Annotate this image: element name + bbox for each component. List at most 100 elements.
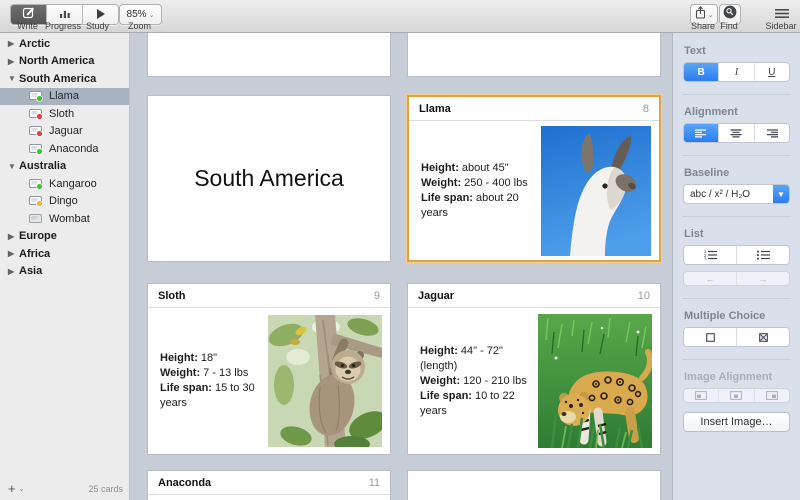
disclosure-triangle-icon[interactable]: ▶ <box>8 249 19 258</box>
card-body: Height:18" Weight:7 - 13 lbs Life span:1… <box>148 308 390 454</box>
italic-button[interactable]: I <box>719 63 754 81</box>
card-number: 11 <box>369 477 380 489</box>
multiple-choice-segmented-control <box>683 327 790 347</box>
card-number: 8 <box>643 103 649 115</box>
align-right-button[interactable] <box>755 124 789 142</box>
sidebar-group-europe[interactable]: ▶ Europe <box>0 228 129 246</box>
card-south-america-title[interactable]: South America <box>147 95 391 262</box>
card-jaguar[interactable]: Jaguar 10 Height:44" - 72" (length) Weig… <box>407 283 661 455</box>
sloth-photo <box>268 315 382 447</box>
indent-segmented-control: ← → <box>683 271 790 286</box>
zoom-label: Zoom <box>119 21 160 31</box>
section-divider <box>682 298 791 299</box>
card-sloth[interactable]: Sloth 9 Height:18" Weight:7 - 13 lbs Lif… <box>147 283 391 455</box>
disclosure-triangle-icon[interactable]: ▶ <box>8 39 19 48</box>
disclosure-triangle-icon[interactable]: ▼ <box>8 74 19 83</box>
bulleted-list-button[interactable] <box>737 246 789 264</box>
card-status-icon <box>29 126 43 136</box>
sidebar-item-sloth[interactable]: Sloth <box>0 105 129 123</box>
align-left-button[interactable] <box>684 124 719 142</box>
card-title: Anaconda <box>158 477 369 489</box>
card-header: Sloth 9 <box>148 284 390 308</box>
deck-tree: ▶ Arctic ▶ North America ▼ South America… <box>0 33 129 280</box>
sidebar-item-anaconda[interactable]: Anaconda <box>0 140 129 158</box>
card-header: Anaconda 11 <box>148 471 390 495</box>
card-partial-left[interactable] <box>147 33 391 77</box>
card-facts: Height:44" - 72" (length) Weight:120 - 2… <box>408 344 538 419</box>
card-body: Height:about 45" Weight:250 - 400 lbs Li… <box>409 121 659 260</box>
disclosure-triangle-icon[interactable]: ▶ <box>8 232 19 241</box>
card-llama[interactable]: Llama 8 Height:about 45" Weight:250 - 40… <box>407 95 661 262</box>
title-card-text: South America <box>148 96 390 261</box>
progress-label: Progress <box>45 21 80 31</box>
sidebar-footer: + ⌄ 25 cards <box>0 478 130 500</box>
sidebar-item-wombat[interactable]: Wombat <box>0 210 129 228</box>
indent-button[interactable]: → <box>737 272 789 285</box>
card-facts: Height:18" Weight:7 - 13 lbs Life span:1… <box>148 351 268 411</box>
text-section-label: Text <box>684 45 790 57</box>
image-align-right-button[interactable] <box>755 389 789 402</box>
choice-box-button[interactable] <box>684 328 737 346</box>
sidebar-group-south-america[interactable]: ▼ South America <box>0 70 129 88</box>
study-label: Study <box>80 21 115 31</box>
disclosure-triangle-icon[interactable]: ▼ <box>8 162 19 171</box>
chevron-down-icon: ⌄ <box>149 11 155 19</box>
find-label: Find <box>709 21 749 31</box>
outdent-button[interactable]: ← <box>684 272 737 285</box>
numbered-list-button[interactable]: 123 <box>684 246 737 264</box>
card-anaconda[interactable]: Anaconda 11 <box>147 470 391 500</box>
card-grid: South America Llama 8 Height:about 45" W… <box>131 33 671 500</box>
card-status-icon <box>29 144 43 154</box>
sidebar-label: Sidebar <box>761 21 800 31</box>
card-body: Height:44" - 72" (length) Weight:120 - 2… <box>408 308 660 454</box>
insert-image-button[interactable]: Insert Image… <box>683 412 790 432</box>
svg-text:3: 3 <box>704 256 707 260</box>
card-title: Llama <box>419 103 643 115</box>
card-blank[interactable] <box>407 470 661 500</box>
chevron-down-icon: ⌄ <box>708 11 714 19</box>
baseline-dropdown[interactable]: abc / x² / H₂O ▼ <box>683 184 790 204</box>
baseline-section-label: Baseline <box>684 167 790 179</box>
image-alignment-segmented-control <box>683 388 790 403</box>
underline-button[interactable]: U <box>755 63 789 81</box>
card-title: Jaguar <box>418 290 638 302</box>
card-number: 10 <box>638 290 650 302</box>
sidebar-group-asia[interactable]: ▶ Asia <box>0 263 129 281</box>
card-status-icon <box>29 179 43 189</box>
card-status-icon <box>29 91 43 101</box>
multiple-choice-section-label: Multiple Choice <box>684 310 790 322</box>
sidebar-group-arctic[interactable]: ▶ Arctic <box>0 35 129 53</box>
section-divider <box>682 94 791 95</box>
sidebar-item-llama[interactable]: Llama <box>0 88 129 106</box>
llama-photo <box>541 126 651 256</box>
chevron-down-icon[interactable]: ⌄ <box>19 485 25 493</box>
align-center-button[interactable] <box>719 124 754 142</box>
list-section-label: List <box>684 228 790 240</box>
choice-checked-box-button[interactable] <box>737 328 789 346</box>
card-title: Sloth <box>158 290 374 302</box>
card-header: Jaguar 10 <box>408 284 660 308</box>
sidebar-group-north-america[interactable]: ▶ North America <box>0 53 129 71</box>
disclosure-triangle-icon[interactable]: ▶ <box>8 57 19 66</box>
card-status-icon <box>29 196 43 206</box>
image-align-center-button[interactable] <box>719 389 754 402</box>
bold-button[interactable]: B <box>684 63 719 81</box>
section-divider <box>682 359 791 360</box>
jaguar-photo <box>538 314 652 448</box>
sidebar-group-australia[interactable]: ▼ Australia <box>0 158 129 176</box>
image-align-left-button[interactable] <box>684 389 719 402</box>
add-card-button[interactable]: + <box>8 484 16 494</box>
sidebar-item-jaguar[interactable]: Jaguar <box>0 123 129 141</box>
sidebar: ▶ Arctic ▶ North America ▼ South America… <box>0 33 130 478</box>
disclosure-triangle-icon[interactable]: ▶ <box>8 267 19 276</box>
card-number: 9 <box>374 290 380 302</box>
card-partial-right[interactable] <box>407 33 661 77</box>
section-divider <box>682 216 791 217</box>
sidebar-group-africa[interactable]: ▶ Africa <box>0 245 129 263</box>
sidebar-item-kangaroo[interactable]: Kangaroo <box>0 175 129 193</box>
card-plain-icon <box>29 214 43 224</box>
card-header: Llama 8 <box>409 97 659 121</box>
section-divider <box>682 155 791 156</box>
app-window: Write Progress Study 85% ⌄ Zoom ⌄ Share … <box>0 0 800 500</box>
sidebar-item-dingo[interactable]: Dingo <box>0 193 129 211</box>
